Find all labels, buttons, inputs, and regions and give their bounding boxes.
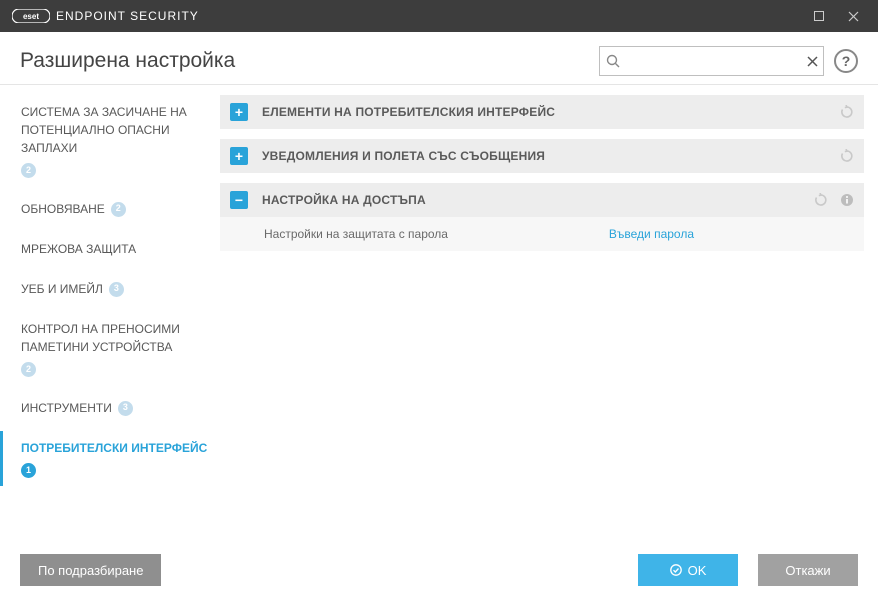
accordion-section-2: −НАСТРОЙКА НА ДОСТЪПАНастройки на защита… [220, 183, 864, 251]
sidebar-item-label: ОБНОВЯВАНЕ [21, 200, 105, 218]
ok-button-label: OK [688, 563, 707, 578]
search-input[interactable] [625, 48, 801, 74]
footer: По подразбиране OK Откажи [0, 542, 878, 598]
sidebar-item-1[interactable]: ОБНОВЯВАНЕ 2 [0, 192, 220, 226]
default-button[interactable]: По подразбиране [20, 554, 161, 586]
sidebar-badge: 3 [109, 282, 124, 297]
accordion-section-1: + УВЕДОМЛЕНИЯ И ПОЛЕТА СЪС СЪОБЩЕНИЯ [220, 139, 864, 173]
reset-icon[interactable] [814, 193, 828, 207]
info-icon[interactable] [840, 193, 854, 207]
reset-icon[interactable] [840, 149, 854, 163]
sidebar-item-6[interactable]: ПОТРЕБИТЕЛСКИ ИНТЕРФЕЙС 1 [0, 431, 220, 486]
sidebar-item-4[interactable]: КОНТРОЛ НА ПРЕНОСИМИ ПАМЕТИНИ УСТРОЙСТВА… [0, 312, 220, 385]
sidebar-item-label: КОНТРОЛ НА ПРЕНОСИМИ ПАМЕТИНИ УСТРОЙСТВА [21, 320, 210, 356]
sidebar-item-label: МРЕЖОВА ЗАЩИТА [21, 240, 136, 258]
accordion-title: ЕЛЕМЕНТИ НА ПОТРЕБИТЕЛСКИЯ ИНТЕРФЕЙС [262, 105, 840, 119]
expand-icon: + [230, 147, 248, 165]
maximize-icon [814, 11, 824, 21]
accordion-title: УВЕДОМЛЕНИЯ И ПОЛЕТА СЪС СЪОБЩЕНИЯ [262, 149, 840, 163]
sidebar-badge: 3 [118, 401, 133, 416]
ok-button[interactable]: OK [638, 554, 738, 586]
sidebar-item-2[interactable]: МРЕЖОВА ЗАЩИТА [0, 232, 220, 266]
brand-logo: eset ENDPOINT SECURITY [12, 9, 199, 23]
eset-logo-icon: eset [12, 9, 50, 23]
svg-text:eset: eset [23, 12, 39, 21]
page-title: Разширена настройка [20, 49, 235, 73]
sidebar-item-label: ПОТРЕБИТЕЛСКИ ИНТЕРФЕЙС [21, 439, 207, 457]
setting-label: Настройки на защитата с парола [264, 227, 609, 241]
accordion-section-0: + ЕЛЕМЕНТИ НА ПОТРЕБИТЕЛСКИЯ ИНТЕРФЕЙС [220, 95, 864, 129]
collapse-icon: − [230, 191, 248, 209]
close-icon [848, 11, 859, 22]
sidebar-badge: 2 [21, 163, 36, 178]
accordion-header[interactable]: + ЕЛЕМЕНТИ НА ПОТРЕБИТЕЛСКИЯ ИНТЕРФЕЙС [220, 95, 864, 129]
help-icon: ? [842, 53, 851, 69]
sidebar-item-5[interactable]: ИНСТРУМЕНТИ 3 [0, 391, 220, 425]
accordion-actions [814, 193, 854, 207]
sidebar-item-label: СИСТЕМА ЗА ЗАСИЧАНЕ НА ПОТЕНЦИАЛНО ОПАСН… [21, 103, 210, 157]
accordion-body: Настройки на защитата с паролаВъведи пар… [220, 217, 864, 251]
ok-check-icon [670, 564, 682, 576]
sidebar-item-label: ИНСТРУМЕНТИ [21, 399, 112, 417]
setting-row: Настройки на защитата с паролаВъведи пар… [220, 217, 864, 251]
window-maximize-button[interactable] [802, 0, 836, 32]
accordion-title: НАСТРОЙКА НА ДОСТЪПА [262, 193, 814, 207]
setting-action-link[interactable]: Въведи парола [609, 227, 694, 241]
accordion-actions [840, 105, 854, 119]
sidebar-badge: 2 [21, 362, 36, 377]
search-icon [600, 54, 625, 68]
cancel-button[interactable]: Откажи [758, 554, 858, 586]
content-area: + ЕЛЕМЕНТИ НА ПОТРЕБИТЕЛСКИЯ ИНТЕРФЕЙС + УВ… [220, 85, 878, 542]
sidebar-badge: 1 [21, 463, 36, 478]
search-clear-button[interactable] [801, 56, 823, 67]
sidebar-item-label: УЕБ И ИМЕЙЛ [21, 280, 103, 298]
accordion-header[interactable]: + УВЕДОМЛЕНИЯ И ПОЛЕТА СЪС СЪОБЩЕНИЯ [220, 139, 864, 173]
sidebar-item-3[interactable]: УЕБ И ИМЕЙЛ 3 [0, 272, 220, 306]
main-area: СИСТЕМА ЗА ЗАСИЧАНЕ НА ПОТЕНЦИАЛНО ОПАСН… [0, 85, 878, 542]
window-title: ENDPOINT SECURITY [56, 9, 199, 23]
sidebar: СИСТЕМА ЗА ЗАСИЧАНЕ НА ПОТЕНЦИАЛНО ОПАСН… [0, 85, 220, 542]
reset-icon[interactable] [840, 105, 854, 119]
expand-icon: + [230, 103, 248, 121]
accordion-header[interactable]: −НАСТРОЙКА НА ДОСТЪПА [220, 183, 864, 217]
help-button[interactable]: ? [834, 49, 858, 73]
accordion-actions [840, 149, 854, 163]
titlebar: eset ENDPOINT SECURITY [0, 0, 878, 32]
header: Разширена настройка ? [0, 32, 878, 85]
search-box[interactable] [599, 46, 824, 76]
sidebar-badge: 2 [111, 202, 126, 217]
window-close-button[interactable] [836, 0, 870, 32]
clear-icon [807, 56, 818, 67]
sidebar-item-0[interactable]: СИСТЕМА ЗА ЗАСИЧАНЕ НА ПОТЕНЦИАЛНО ОПАСН… [0, 95, 220, 186]
